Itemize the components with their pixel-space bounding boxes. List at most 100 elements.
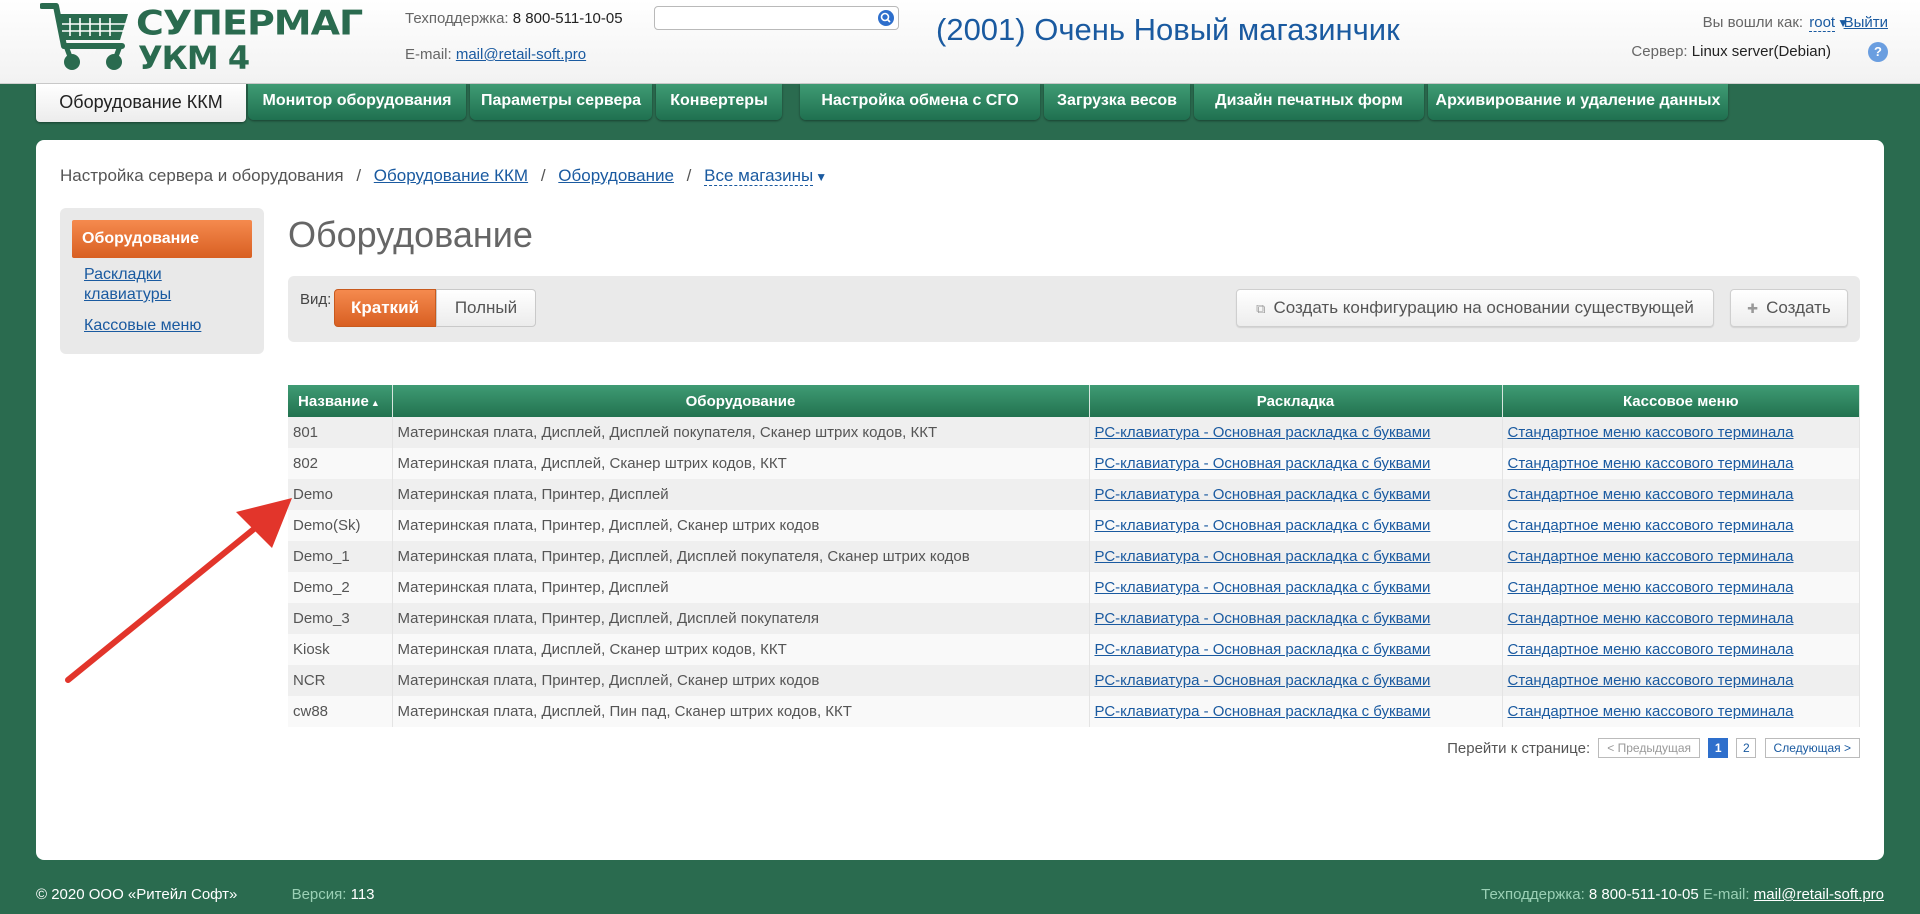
row-name-cell[interactable]: Demo_1 [288,541,393,572]
row-name-cell[interactable]: Demo_2 [288,572,393,603]
row-name-cell[interactable]: 802 [288,448,393,479]
row-layout-cell: РС-клавиатура - Основная раскладка с бук… [1089,479,1503,510]
row-menu-link[interactable]: Стандартное меню кассового терминала [1508,641,1794,658]
breadcrumb-root: Настройка сервера и оборудования [60,166,344,185]
footer-email-label: E-mail: [1702,886,1750,903]
row-layout-link[interactable]: РС-клавиатура - Основная раскладка с бук… [1095,610,1431,627]
table-row[interactable]: cw88 Материнская плата, Дисплей, Пин пад,… [288,696,1860,727]
row-equipment-cell[interactable]: Материнская плата, Принтер, Дисплей [392,479,1090,510]
row-layout-link[interactable]: РС-клавиатура - Основная раскладка с бук… [1095,424,1431,441]
create-button[interactable]: ✚ Создать [1730,289,1848,327]
breadcrumb-kkm-equipment[interactable]: Оборудование ККМ [374,166,528,185]
footer-support-phone: 8 800-511-10-05 [1588,886,1699,903]
sidebar-item-cash-menus[interactable]: Кассовые меню [84,316,201,336]
tab-archiving[interactable]: Архивирование и удаление данных [1428,84,1728,120]
row-menu-link[interactable]: Стандартное меню кассового терминала [1508,610,1794,627]
tab-server-params[interactable]: Параметры сервера [470,84,652,120]
page-1-button[interactable]: 1 [1708,738,1729,758]
table-row[interactable]: Demo Материнская плата, Принтер, Дисплей Р… [288,479,1860,510]
row-layout-link[interactable]: РС-клавиатура - Основная раскладка с бук… [1095,486,1431,503]
row-menu-link[interactable]: Стандартное меню кассового терминала [1508,703,1794,720]
row-menu-link[interactable]: Стандартное меню кассового терминала [1508,424,1794,441]
tab-converters[interactable]: Конвертеры [656,84,782,120]
view-full-button[interactable]: Полный [436,289,536,327]
user-menu[interactable]: root [1809,14,1836,32]
email-link[interactable]: mail@retail-soft.pro [456,46,586,63]
row-equipment-cell[interactable]: Материнская плата, Принтер, Дисплей [392,572,1090,603]
row-layout-link[interactable]: РС-клавиатура - Основная раскладка с бук… [1095,517,1431,534]
footer-email-link[interactable]: mail@retail-soft.pro [1754,886,1884,903]
row-name-cell[interactable]: Demo [288,479,393,510]
row-menu-cell: Стандартное меню кассового терминала [1502,417,1860,448]
row-equipment-cell[interactable]: Материнская плата, Дисплей, Сканер штрих… [392,448,1090,479]
column-header-layout[interactable]: Раскладка [1089,385,1503,417]
row-equipment-cell[interactable]: Материнская плата, Дисплей, Пин пад, Ска… [392,696,1090,727]
row-menu-link[interactable]: Стандартное меню кассового терминала [1508,486,1794,503]
search-input[interactable] [655,7,865,29]
row-menu-link[interactable]: Стандартное меню кассового терминала [1508,579,1794,596]
server-value: Linux server(Debian) [1691,43,1831,60]
logout-link[interactable]: Выйти [1844,14,1888,31]
column-header-name[interactable]: Название ▲ [288,385,393,417]
create-from-existing-button[interactable]: ⧉ Создать конфигурацию на основании сущес… [1236,289,1714,327]
row-layout-link[interactable]: РС-клавиатура - Основная раскладка с бук… [1095,641,1431,658]
row-layout-link[interactable]: РС-клавиатура - Основная раскладка с бук… [1095,579,1431,596]
tab-scales-loading[interactable]: Загрузка весов [1044,84,1190,120]
row-equipment-cell[interactable]: Материнская плата, Принтер, Дисплей, Дис… [392,541,1090,572]
table-row[interactable]: Kiosk Материнская плата, Дисплей, Сканер … [288,634,1860,665]
row-equipment-cell[interactable]: Материнская плата, Дисплей, Дисплей поку… [392,417,1090,448]
table-row[interactable]: Demo_2 Материнская плата, Принтер, Диспле… [288,572,1860,603]
row-menu-link[interactable]: Стандартное меню кассового терминала [1508,672,1794,689]
row-name-cell[interactable]: 801 [288,417,393,448]
tab-sgo-exchange[interactable]: Настройка обмена с СГО [800,84,1040,120]
tab-kkm-equipment[interactable]: Оборудование ККМ [36,84,246,122]
breadcrumb-equipment[interactable]: Оборудование [558,166,674,185]
tab-print-design[interactable]: Дизайн печатных форм [1194,84,1424,120]
version-label: Версия: [291,886,347,903]
row-menu-link[interactable]: Стандартное меню кассового терминала [1508,548,1794,565]
help-icon[interactable]: ? [1868,42,1888,62]
row-name-cell[interactable]: cw88 [288,696,393,727]
logo-subtitle: УКМ 4 [138,39,250,77]
row-equipment-cell[interactable]: Материнская плата, Принтер, Дисплей, Ска… [392,665,1090,696]
row-layout-link[interactable]: РС-клавиатура - Основная раскладка с бук… [1095,703,1431,720]
sidebar-item-keyboard-layouts[interactable]: Раскладки клавиатуры [84,265,171,305]
row-name-cell[interactable]: Demo_3 [288,603,393,634]
table-row[interactable]: NCR Материнская плата, Принтер, Дисплей, … [288,665,1860,696]
table-row[interactable]: 802 Материнская плата, Дисплей, Сканер шт… [288,448,1860,479]
row-equipment-cell[interactable]: Материнская плата, Принтер, Дисплей, Дис… [392,603,1090,634]
prev-page-button[interactable]: < Предыдущая [1598,738,1701,758]
row-menu-link[interactable]: Стандартное меню кассового терминала [1508,455,1794,472]
next-page-button[interactable]: Следующая > [1764,738,1860,758]
tab-equipment-monitor[interactable]: Монитор оборудования [248,84,466,120]
row-equipment-cell[interactable]: Материнская плата, Принтер, Дисплей, Ска… [392,510,1090,541]
search-icon[interactable] [878,10,894,26]
create-from-existing-label: Создать конфигурацию на основании сущест… [1273,298,1694,317]
table-row[interactable]: 801 Материнская плата, Дисплей, Дисплей п… [288,417,1860,448]
store-selector[interactable]: Все магазины [704,166,814,186]
toolbar: Вид: Краткий Полный ⧉ Создать конфигураци… [288,276,1860,342]
row-layout-link[interactable]: РС-клавиатура - Основная раскладка с бук… [1095,672,1431,689]
app-header: СУПЕРМАГ УКМ 4 Техподдержка: 8 800-511-1… [0,0,1920,84]
table-row[interactable]: Demo(Sk) Материнская плата, Принтер, Дисп… [288,510,1860,541]
row-name-cell[interactable]: Kiosk [288,634,393,665]
page-2-button[interactable]: 2 [1736,738,1757,758]
logged-label: Вы вошли как: [1702,14,1804,31]
equipment-table: Название ▲ Оборудование Раскладка Кассово… [288,385,1860,727]
row-menu-link[interactable]: Стандартное меню кассового терминала [1508,517,1794,534]
chevron-down-icon[interactable]: ▼ [815,170,827,184]
table-row[interactable]: Demo_3 Материнская плата, Принтер, Диспле… [288,603,1860,634]
column-header-menu[interactable]: Кассовое меню [1502,385,1860,417]
row-name-cell[interactable]: Demo(Sk) [288,510,393,541]
breadcrumb-separator: / [356,166,362,185]
email-label: E-mail: [405,46,452,63]
row-name-cell[interactable]: NCR [288,665,393,696]
table-row[interactable]: Demo_1 Материнская плата, Принтер, Диспле… [288,541,1860,572]
view-short-button[interactable]: Краткий [334,289,436,327]
column-header-equipment[interactable]: Оборудование [392,385,1090,417]
row-layout-link[interactable]: РС-клавиатура - Основная раскладка с бук… [1095,455,1431,472]
sidebar-item-equipment[interactable]: Оборудование [72,220,252,258]
logo[interactable]: СУПЕРМАГ УКМ 4 [40,0,363,78]
row-equipment-cell[interactable]: Материнская плата, Дисплей, Сканер штрих… [392,634,1090,665]
row-layout-link[interactable]: РС-клавиатура - Основная раскладка с бук… [1095,548,1431,565]
